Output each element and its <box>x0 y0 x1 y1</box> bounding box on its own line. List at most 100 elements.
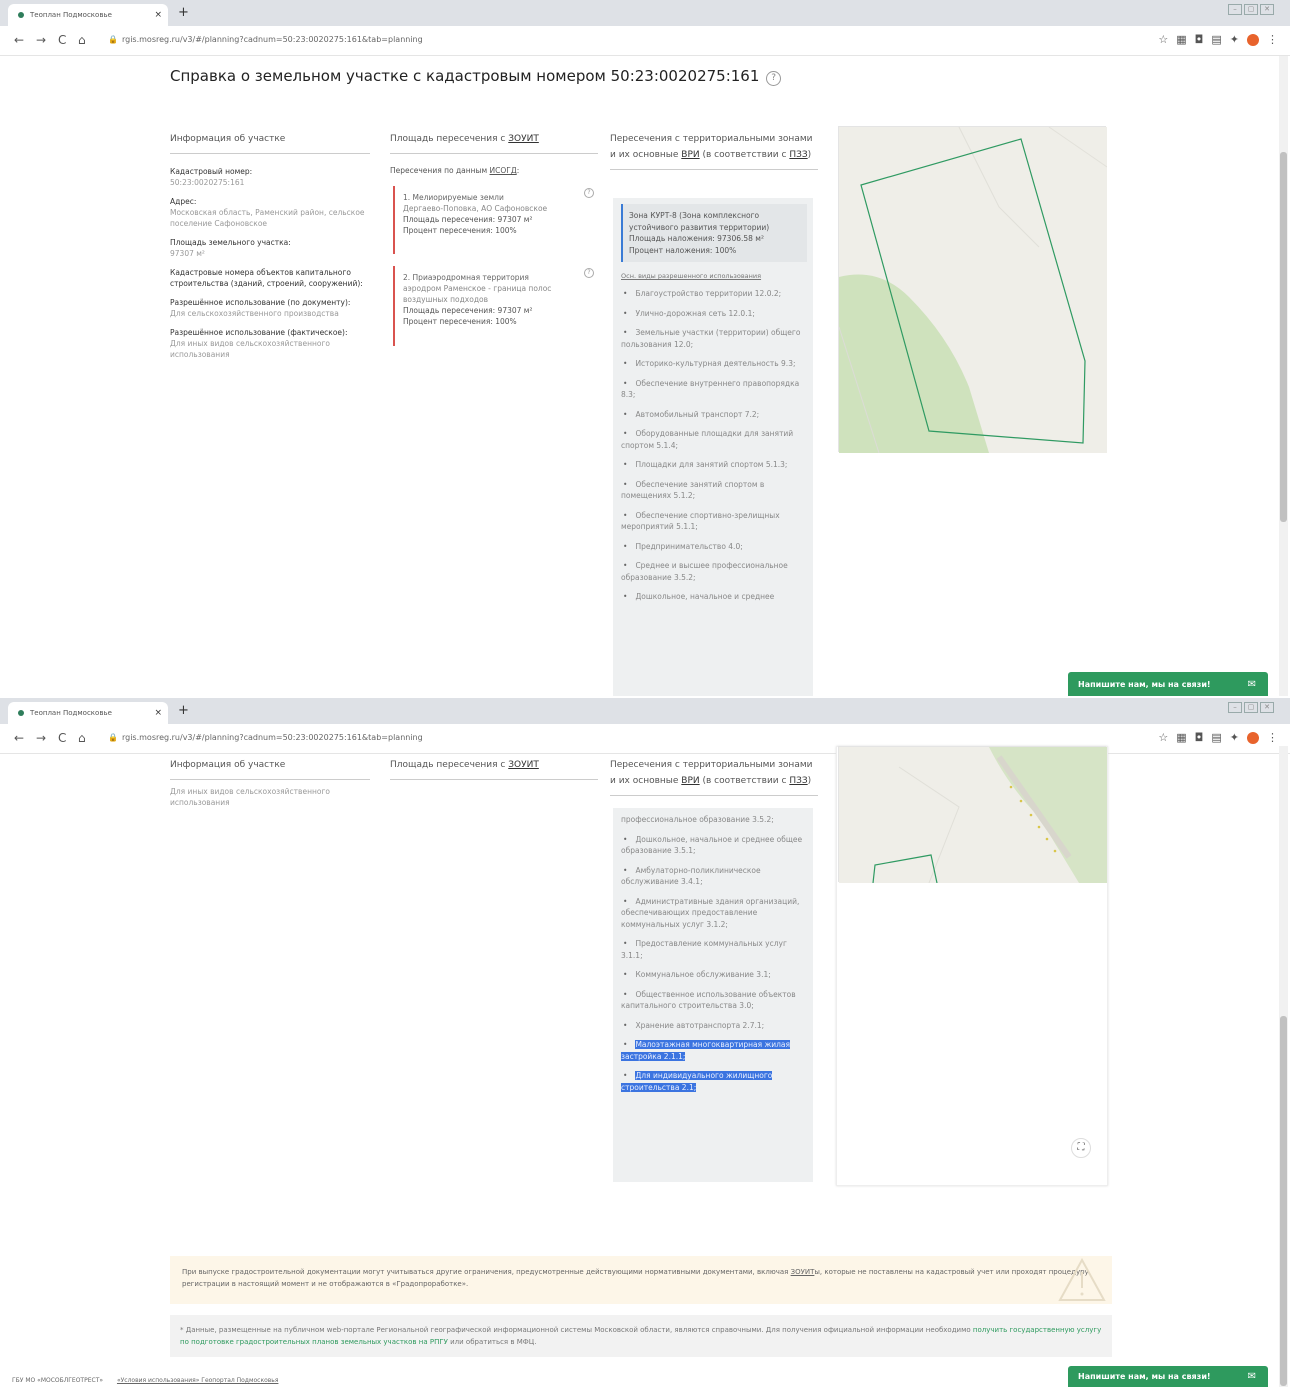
scrollbar-thumb[interactable] <box>1280 152 1287 522</box>
zouit-pct: Процент пересечения: 100% <box>403 317 517 326</box>
close-window-icon[interactable]: ✕ <box>1260 702 1274 713</box>
vri-link[interactable]: ВРИ <box>681 150 699 160</box>
pzz-link[interactable]: ПЗЗ <box>789 776 807 786</box>
list-item: Благоустройство территории 12.0.2; <box>621 288 807 300</box>
zouit-link[interactable]: ЗОУИТ <box>508 760 539 770</box>
selected-text: Для индивидуального жилищного строительс… <box>621 1071 773 1092</box>
zone-card[interactable]: Зона КУРТ-8 (Зона комплексного устойчиво… <box>621 204 807 262</box>
browser-tab[interactable]: Теоплан Подмосковье × <box>8 702 168 724</box>
extensions-area: ☆ ▦ ◘ ▤ ✦ ⋮ <box>1158 731 1278 744</box>
reload-icon[interactable]: C <box>58 33 66 47</box>
help-icon[interactable]: ? <box>584 188 594 198</box>
warning-icon <box>1058 1258 1106 1301</box>
puzzle-icon[interactable]: ✦ <box>1230 731 1239 744</box>
chat-label: Напишите нам, мы на связи! <box>1078 680 1211 689</box>
parcel-map[interactable] <box>838 746 1107 884</box>
parcel-info: Кадастровый номер: 50:23:0020275:161 Адр… <box>170 166 370 368</box>
extension-icon[interactable]: ◘ <box>1195 731 1204 744</box>
new-tab-button[interactable]: + <box>178 703 189 718</box>
zouit-card[interactable]: ? 1. Мелиорируемые земли Дергаево-Поповк… <box>393 186 598 254</box>
extension-icon[interactable]: ▦ <box>1176 731 1186 744</box>
list-item: Обеспечение занятий спортом в помещениях… <box>621 479 807 502</box>
chat-button[interactable]: Напишите нам, мы на связи! ✉ <box>1068 672 1268 696</box>
zouit-link[interactable]: ЗОУИТ <box>508 134 539 144</box>
star-icon[interactable]: ☆ <box>1158 731 1168 744</box>
home-icon[interactable]: ⌂ <box>78 33 86 47</box>
extension-icon[interactable]: ◘ <box>1195 33 1204 46</box>
help-icon[interactable]: ? <box>766 71 782 86</box>
back-icon[interactable]: ← <box>14 33 24 47</box>
close-window-icon[interactable]: ✕ <box>1260 4 1274 15</box>
url-field[interactable]: 🔒 rgis.mosreg.ru/v3/#/planning?cadnum=50:… <box>108 733 423 742</box>
puzzle-icon[interactable]: ✦ <box>1230 33 1239 46</box>
back-icon[interactable]: ← <box>14 731 24 745</box>
extension-icon[interactable]: ▤ <box>1211 33 1221 46</box>
restore-icon[interactable]: ▢ <box>1244 702 1258 713</box>
area-value: 97307 м² <box>170 249 205 258</box>
profile-icon[interactable] <box>1247 33 1259 46</box>
use-fact-value: Для иных видов сельскохозяйственного исп… <box>170 787 330 807</box>
parcel-map[interactable] <box>838 126 1108 454</box>
list-item: Дошкольное, начальное и среднее общее об… <box>621 834 807 857</box>
new-tab-button[interactable]: + <box>178 5 189 20</box>
zone-panel: профессиональное образование 3.5.2; Дошк… <box>613 808 813 1182</box>
zone-area: Площадь наложения: 97306.58 м² <box>629 234 764 243</box>
vri-list: Благоустройство территории 12.0.2; Уличн… <box>621 288 807 603</box>
window-controls: – ▢ ✕ <box>1228 702 1274 713</box>
restore-icon[interactable]: ▢ <box>1244 4 1258 15</box>
cad-label: Кадастровый номер: <box>170 167 253 176</box>
extension-icon[interactable]: ▤ <box>1211 731 1221 744</box>
zouit-card[interactable]: ? 2. Приаэродромная территория аэродром … <box>393 266 598 346</box>
expand-icon[interactable]: ⛶ <box>1071 1138 1091 1158</box>
column-header-zouit: Площадь пересечения с ЗОУИТ <box>390 131 598 154</box>
zouit-title: 2. Приаэродромная территория <box>403 273 529 282</box>
pzz-link[interactable]: ПЗЗ <box>789 150 807 160</box>
tab-close-icon[interactable]: × <box>154 702 162 724</box>
vri-list-link[interactable]: Осн. виды разрешенного использования <box>621 272 807 280</box>
scrollbar[interactable] <box>1279 746 1288 1387</box>
cad-value: 50:23:0020275:161 <box>170 178 245 187</box>
selected-text: Малоэтажная многоквартирная жилая застро… <box>621 1040 791 1061</box>
home-icon[interactable]: ⌂ <box>78 731 86 745</box>
isogd-header: Пересечения по данным ИСОГД: <box>390 166 519 175</box>
vri-link[interactable]: ВРИ <box>681 776 699 786</box>
zone-name: Зона КУРТ-8 (Зона комплексного устойчиво… <box>629 211 770 232</box>
url-field[interactable]: 🔒 rgis.mosreg.ru/v3/#/planning?cadnum=50:… <box>108 35 423 44</box>
star-icon[interactable]: ☆ <box>1158 33 1168 46</box>
scrollbar[interactable] <box>1279 56 1288 696</box>
zouit-title: 1. Мелиорируемые земли <box>403 193 504 202</box>
isogd-link[interactable]: ИСОГД <box>490 166 517 175</box>
tab-title: Теоплан Подмосковье <box>30 709 112 717</box>
list-item: Дошкольное, начальное и среднее <box>621 591 807 603</box>
zouit-header-text: Площадь пересечения с <box>390 760 509 770</box>
scrollbar-thumb[interactable] <box>1280 1016 1287 1386</box>
zones-header-suffix: ) <box>807 776 812 786</box>
minimize-icon[interactable]: – <box>1228 4 1242 15</box>
zouit-link[interactable]: ЗОУИТ <box>791 1268 815 1276</box>
url-text: rgis.mosreg.ru/v3/#/planning?cadnum=50:2… <box>121 35 423 44</box>
isogd-prefix: Пересечения по данным <box>390 166 490 175</box>
vri-list: Дошкольное, начальное и среднее общее об… <box>621 834 807 1094</box>
extensions-area: ☆ ▦ ◘ ▤ ✦ ⋮ <box>1158 33 1278 46</box>
menu-icon[interactable]: ⋮ <box>1267 731 1278 744</box>
help-icon[interactable]: ? <box>584 268 594 278</box>
chat-icon: ✉ <box>1247 679 1256 690</box>
forward-icon[interactable]: → <box>36 33 46 47</box>
browser-tab[interactable]: Теоплан Подмосковье × <box>8 4 168 26</box>
reload-icon[interactable]: C <box>58 731 66 745</box>
profile-icon[interactable] <box>1247 731 1259 744</box>
list-item: Обеспечение внутреннего правопорядка 8.3… <box>621 378 807 401</box>
extension-icon[interactable]: ▦ <box>1176 33 1186 46</box>
zouit-area: Площадь пересечения: 97307 м² <box>403 215 533 224</box>
disclaimer-notice: * Данные, размещенные на публичном web-п… <box>170 1315 1112 1357</box>
forward-icon[interactable]: → <box>36 731 46 745</box>
tab-close-icon[interactable]: × <box>154 4 162 26</box>
menu-icon[interactable]: ⋮ <box>1267 33 1278 46</box>
column-header-zouit: Площадь пересечения с ЗОУИТ <box>390 757 598 780</box>
list-item: Предоставление коммунальных услуг 3.1.1; <box>621 938 807 961</box>
list-item: Историко-культурная деятельность 9.3; <box>621 358 807 370</box>
terms-link[interactable]: «Условия использования» Геопортал Подмос… <box>117 1377 278 1384</box>
chat-button[interactable]: Напишите нам, мы на связи! ✉ <box>1068 1366 1268 1387</box>
minimize-icon[interactable]: – <box>1228 702 1242 713</box>
favicon-icon <box>18 710 24 716</box>
